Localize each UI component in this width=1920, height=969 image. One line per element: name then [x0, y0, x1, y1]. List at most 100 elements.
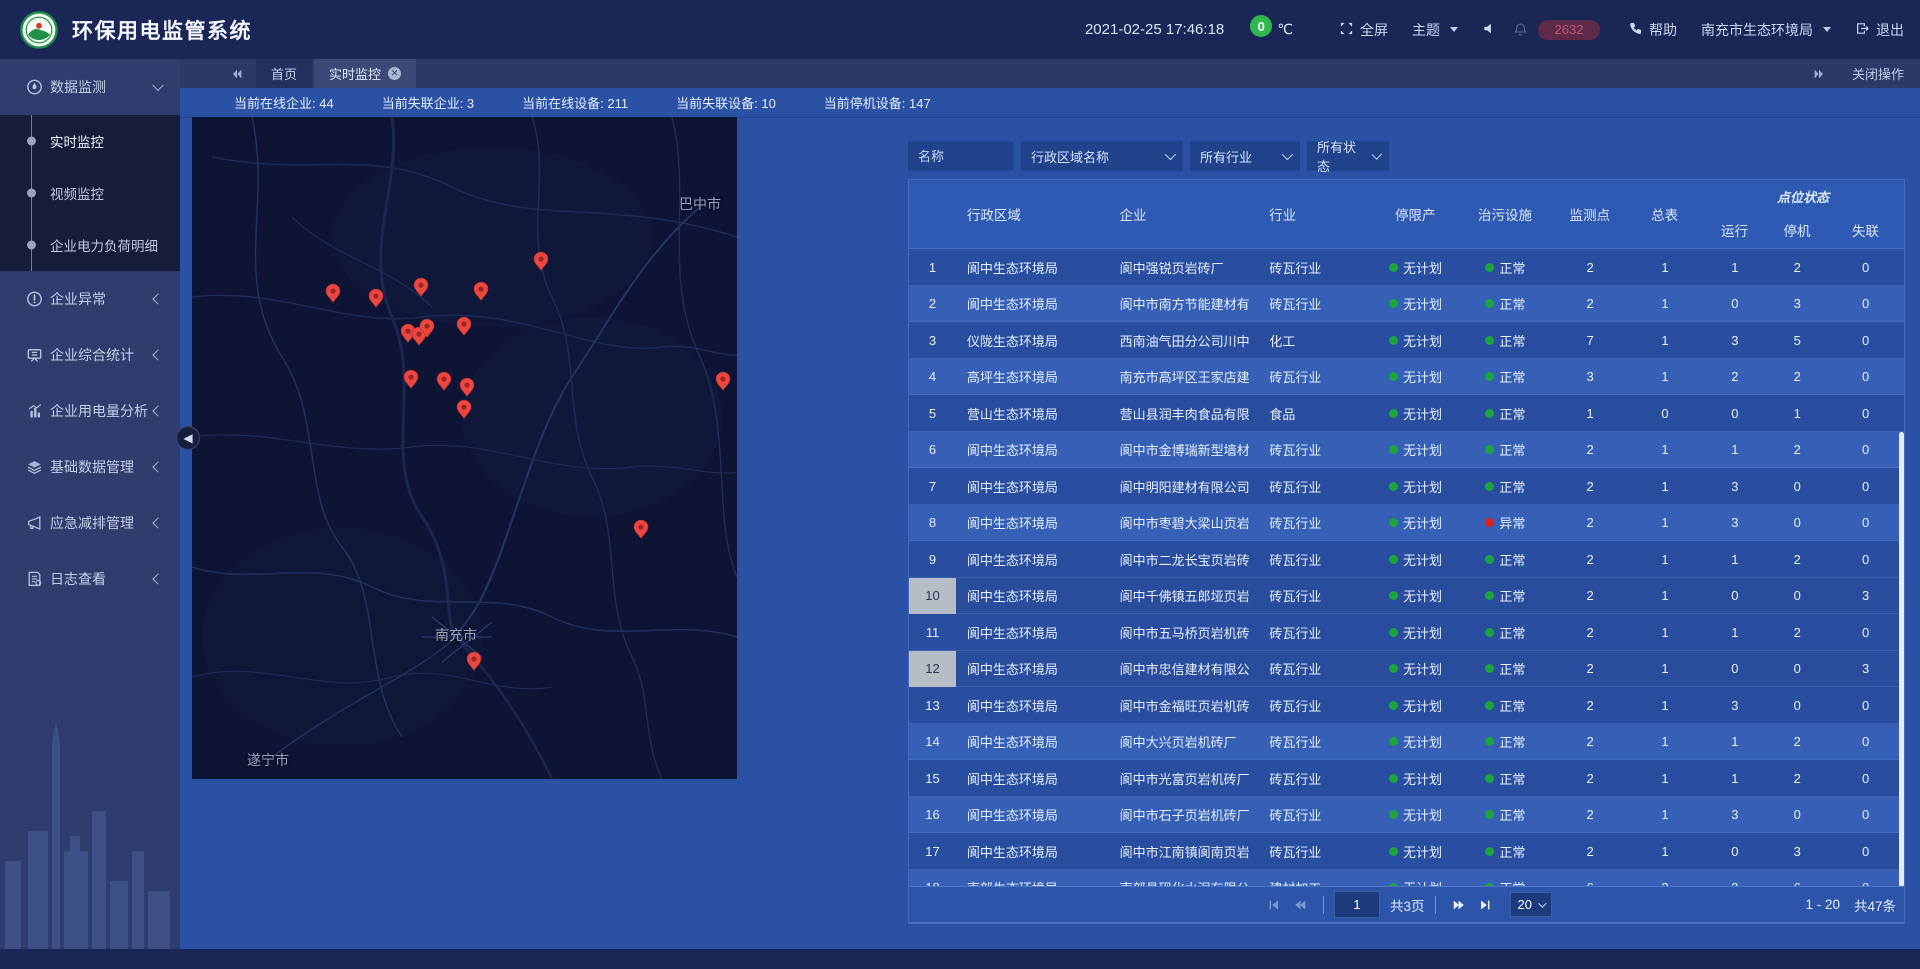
- table-row[interactable]: 1阆中生态环境局阆中强锐页岩砖厂砖瓦行业无计划正常21120: [909, 249, 1904, 286]
- sidebar-group-7[interactable]: 日志查看: [0, 551, 180, 607]
- map-pin-icon[interactable]: [465, 651, 483, 675]
- tabs-scroll-right-icon[interactable]: [1812, 67, 1826, 81]
- status-label: 无计划: [1403, 404, 1442, 423]
- status-dot-green: [1389, 263, 1398, 272]
- table-row[interactable]: 6阆中生态环境局阆中市金博瑞新型墙材砖瓦行业无计划正常21120: [909, 432, 1904, 469]
- logout-label: 退出: [1876, 20, 1904, 40]
- page-number-input[interactable]: [1334, 891, 1380, 918]
- sidebar-group-6[interactable]: 应急减排管理: [0, 495, 180, 551]
- table-row[interactable]: 14阆中生态环境局阆中大兴页岩机砖厂砖瓦行业无计划正常21120: [909, 724, 1904, 761]
- map-pin-icon[interactable]: [324, 283, 342, 307]
- map-pin-icon[interactable]: [455, 399, 473, 423]
- monitor-count-cell: 6: [1553, 870, 1628, 887]
- map-pin-icon[interactable]: [632, 519, 650, 543]
- map-pin-icon[interactable]: [402, 369, 420, 393]
- running-count-cell: 3: [1702, 797, 1767, 834]
- chevron-left-icon: [152, 405, 163, 416]
- map-panel[interactable]: 巴中市南充市遂宁市: [192, 117, 737, 779]
- map-pin-icon[interactable]: [455, 316, 473, 340]
- map-pin-icon[interactable]: [714, 371, 732, 395]
- running-count-cell: 0: [1702, 578, 1767, 615]
- map-pin-icon[interactable]: [472, 281, 490, 305]
- monitor-count-cell: 2: [1553, 541, 1628, 578]
- table-row[interactable]: 8阆中生态环境局阆中市枣碧大梁山页岩砖瓦行业无计划异常21300: [909, 505, 1904, 542]
- map-pin-icon[interactable]: [418, 318, 436, 342]
- name-filter-input[interactable]: [908, 141, 1014, 171]
- notifications-button[interactable]: 2632: [1513, 20, 1600, 40]
- industry-filter-select[interactable]: 所有行业: [1190, 141, 1300, 171]
- meter-count-cell: 0: [1628, 395, 1703, 432]
- tab-1[interactable]: 首页: [256, 59, 312, 88]
- sidebar-item-1[interactable]: 实时监控: [0, 115, 180, 167]
- table-row[interactable]: 3仪陇生态环境局西南油气田分公司川中化工无计划正常71350: [909, 322, 1904, 359]
- map-pin-icon[interactable]: [412, 277, 430, 301]
- production-status-cell: 无计划: [1373, 359, 1458, 396]
- page-size-select[interactable]: 20: [1510, 892, 1552, 917]
- sidebar-group-3[interactable]: 企业综合统计: [0, 327, 180, 383]
- table-row[interactable]: 10阆中生态环境局阆中千佛镇五郎垭页岩砖瓦行业无计划正常21003: [909, 578, 1904, 615]
- running-count-cell: 1: [1702, 249, 1767, 286]
- row-number: 9: [909, 541, 956, 578]
- theme-menu[interactable]: 主题: [1412, 20, 1458, 40]
- lost-count-cell: 0: [1827, 870, 1904, 887]
- table-row[interactable]: 7阆中生态环境局阆中明阳建材有限公司砖瓦行业无计划正常21300: [909, 468, 1904, 505]
- industry-cell: 砖瓦行业: [1258, 432, 1373, 469]
- sidebar-group-1[interactable]: 数据监测: [0, 59, 180, 115]
- org-menu[interactable]: 南充市生态环境局: [1701, 20, 1831, 40]
- map-pin-icon[interactable]: [458, 377, 476, 401]
- table-row[interactable]: 16阆中生态环境局阆中市石子页岩机砖厂砖瓦行业无计划正常21300: [909, 797, 1904, 834]
- sidebar-group-2[interactable]: 企业异常: [0, 271, 180, 327]
- map-city-label: 南充市: [435, 625, 477, 645]
- meter-count-cell: 1: [1628, 724, 1703, 761]
- tab-2[interactable]: 实时监控✕: [314, 59, 416, 88]
- lost-count-cell: 0: [1827, 395, 1904, 432]
- table-row[interactable]: 9阆中生态环境局阆中市二龙长宝页岩砖砖瓦行业无计划正常21120: [909, 541, 1904, 578]
- last-page-icon[interactable]: [1478, 898, 1492, 912]
- table-row[interactable]: 12阆中生态环境局阆中市忠信建材有限公砖瓦行业无计划正常21003: [909, 651, 1904, 688]
- bullet-icon: [27, 137, 36, 146]
- production-status-cell: 无计划: [1373, 322, 1458, 359]
- logout-button[interactable]: 退出: [1855, 20, 1904, 40]
- fullscreen-button[interactable]: 全屏: [1339, 20, 1388, 40]
- region-cell: 阆中生态环境局: [956, 541, 1109, 578]
- sidebar-item-2[interactable]: 视频监控: [0, 167, 180, 219]
- status-dot-green: [1389, 591, 1398, 600]
- table-row[interactable]: 2阆中生态环境局阆中市南方节能建材有砖瓦行业无计划正常21030: [909, 286, 1904, 323]
- table-row[interactable]: 5营山生态环境局营山县润丰肉食品有限食品无计划正常10010: [909, 395, 1904, 432]
- next-page-icon[interactable]: [1452, 898, 1466, 912]
- table-row[interactable]: 4高坪生态环境局南充市高坪区王家店建砖瓦行业无计划正常31220: [909, 359, 1904, 396]
- close-operations-button[interactable]: 关闭操作: [1852, 64, 1904, 83]
- row-number: 8: [909, 505, 956, 542]
- map-pin-icon[interactable]: [367, 288, 385, 312]
- help-button[interactable]: 帮助: [1628, 20, 1677, 40]
- map-pin-icon[interactable]: [532, 251, 550, 275]
- close-icon[interactable]: ✕: [388, 67, 401, 80]
- tabs-scroll-left-icon[interactable]: [230, 67, 244, 81]
- table-row[interactable]: 11阆中生态环境局阆中市五马桥页岩机砖砖瓦行业无计划正常21120: [909, 614, 1904, 651]
- sidebar-item-3[interactable]: 企业电力负荷明细: [0, 219, 180, 271]
- record-range-info: 1 - 20 共47条: [1805, 887, 1896, 922]
- table-scrollbar[interactable]: [1899, 432, 1904, 886]
- status-label: 无计划: [1403, 586, 1442, 605]
- production-status-cell: 无计划: [1373, 833, 1458, 870]
- table-row[interactable]: 15阆中生态环境局阆中市光富页岩机砖厂砖瓦行业无计划正常21120: [909, 760, 1904, 797]
- table-row[interactable]: 13阆中生态环境局阆中市金福旺页岩机砖砖瓦行业无计划正常21300: [909, 687, 1904, 724]
- region-cell: 营山生态环境局: [956, 395, 1109, 432]
- column-header: [909, 180, 956, 248]
- production-status-cell: 无计划: [1373, 724, 1458, 761]
- table-row[interactable]: 18南部生态环境局南部县砚化水泥有限公建材加工无计划正常62260: [909, 870, 1904, 887]
- previous-page-icon[interactable]: [1293, 898, 1307, 912]
- first-page-icon[interactable]: [1267, 898, 1281, 912]
- map-pin-icon[interactable]: [435, 371, 453, 395]
- mute-button[interactable]: [1482, 21, 1497, 39]
- table-row[interactable]: 17阆中生态环境局阆中市江南镇阆南页岩砖瓦行业无计划正常21030: [909, 833, 1904, 870]
- sidebar-collapse-button[interactable]: ◀: [176, 426, 200, 450]
- status-label: 异常: [1499, 513, 1525, 532]
- city-skyline-watermark: [0, 651, 180, 951]
- status-dot-green: [1389, 774, 1398, 783]
- region-filter-select[interactable]: 行政区域名称: [1021, 141, 1183, 171]
- sidebar-group-4[interactable]: 企业用电量分析: [0, 383, 180, 439]
- sidebar-group-5[interactable]: 基础数据管理: [0, 439, 180, 495]
- production-status-cell: 无计划: [1373, 432, 1458, 469]
- status-filter-select[interactable]: 所有状态: [1307, 141, 1389, 171]
